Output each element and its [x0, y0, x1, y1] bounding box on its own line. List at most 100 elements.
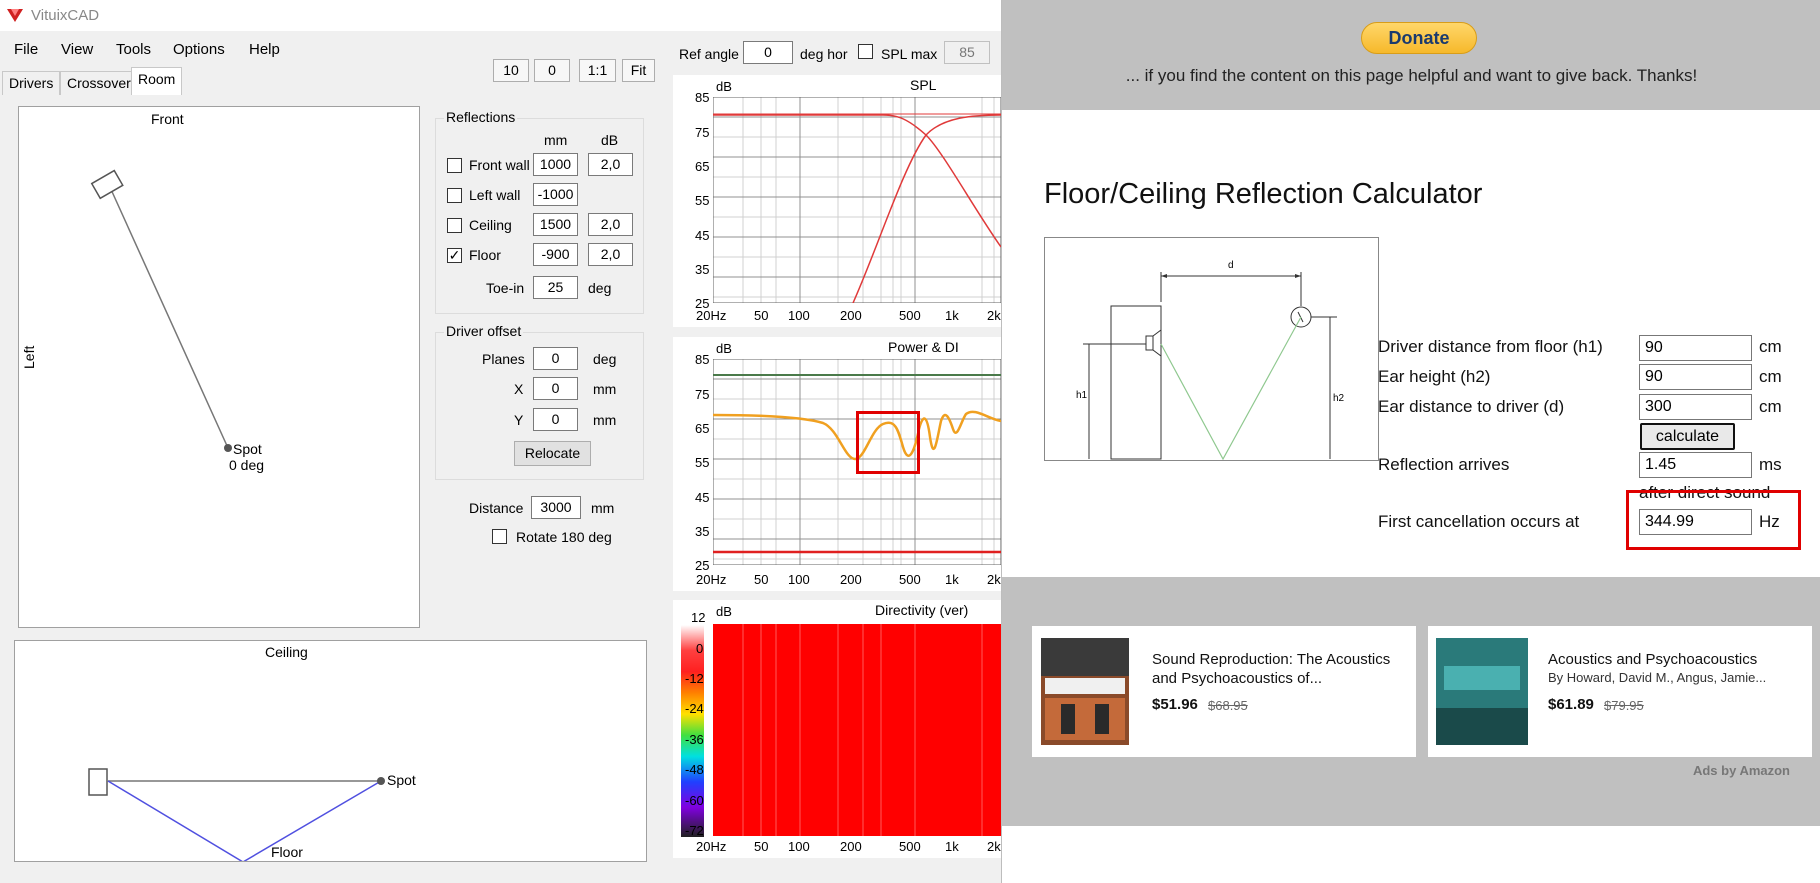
- distance-input[interactable]: 3000: [531, 496, 581, 519]
- menu-file[interactable]: File: [14, 41, 38, 58]
- tab-room[interactable]: Room: [131, 67, 183, 95]
- diagram-h2-label: h2: [1333, 393, 1345, 404]
- ad-1-title[interactable]: Sound Reproduction: The Acoustics and Ps…: [1152, 650, 1407, 688]
- fit-button[interactable]: Fit: [622, 59, 655, 82]
- power-ytick: 55: [695, 455, 710, 470]
- highlight-dip-box: [856, 411, 920, 474]
- tab-drivers[interactable]: Drivers: [2, 71, 61, 95]
- ad-1-old-price: $68.95: [1208, 698, 1248, 713]
- menu-tools[interactable]: Tools: [116, 41, 151, 58]
- toe-in-unit: deg: [588, 280, 612, 296]
- directivity-graph[interactable]: dB Directivity (ver) 12 0 -12 -24 -36 -4…: [673, 600, 1001, 858]
- ceiling-mm-input[interactable]: 1500: [533, 213, 578, 236]
- diagram-d-label: d: [1228, 260, 1234, 271]
- directivity-xtick: 50: [754, 839, 769, 854]
- donate-button[interactable]: Donate: [1361, 22, 1477, 54]
- spl-max-checkbox[interactable]: [858, 44, 873, 59]
- distance-unit: mm: [591, 500, 615, 516]
- menu-help[interactable]: Help: [249, 41, 280, 58]
- cancellation-label: First cancellation occurs at: [1378, 512, 1580, 531]
- floor-checkbox[interactable]: ✓: [447, 248, 462, 263]
- spl-unit-label: dB: [716, 79, 732, 94]
- left-wall-checkbox[interactable]: [447, 188, 462, 203]
- reflection-diagram: d h1 h2: [1044, 237, 1379, 461]
- ad-card-2[interactable]: Acoustics and Psychoacoustics By Howard,…: [1428, 626, 1812, 757]
- power-xtick: 200: [840, 572, 862, 587]
- reflections-db-header: dB: [601, 132, 619, 148]
- directivity-ytick: -72: [685, 823, 704, 838]
- directivity-ytick: 0: [696, 641, 704, 656]
- directivity-title: Directivity (ver): [875, 602, 969, 618]
- floor-label: Floor: [271, 844, 303, 860]
- floor-db-input[interactable]: 2,0: [588, 243, 633, 266]
- ceiling-checkbox[interactable]: [447, 218, 462, 233]
- toe-in-input[interactable]: 25: [533, 276, 578, 299]
- menu-options[interactable]: Options: [173, 41, 225, 58]
- ad-card-1[interactable]: Sound Reproduction: The Acoustics and Ps…: [1032, 626, 1416, 757]
- planes-label: Planes: [482, 351, 525, 367]
- power-di-graph[interactable]: dB Power & DI 85 75 65 55 45 35 25 20Hz …: [673, 337, 1001, 591]
- ceiling-label: Ceiling: [469, 217, 512, 233]
- directivity-ytick: -60: [685, 793, 704, 808]
- vituixcad-window: VituixCAD File View Tools Options Help 1…: [0, 0, 1001, 883]
- directivity-ytick: -24: [685, 701, 704, 716]
- spl-xtick: 1k: [945, 308, 959, 323]
- power-ytick: 65: [695, 421, 710, 436]
- ceiling-view-panel[interactable]: Ceiling Spot Floor: [14, 640, 647, 862]
- power-xtick: 100: [788, 572, 810, 587]
- donate-banner: Donate ... if you find the content on th…: [1002, 0, 1820, 110]
- front-wall-checkbox[interactable]: [447, 158, 462, 173]
- calculate-button[interactable]: calculate: [1640, 423, 1735, 450]
- power-ytick: 35: [695, 524, 710, 539]
- tab-crossover[interactable]: Crossover: [60, 71, 138, 95]
- arrives-output[interactable]: 1.45: [1639, 452, 1752, 478]
- front-view-panel[interactable]: Front Left Spot 0 deg: [18, 106, 420, 628]
- donate-message: ... if you find the content on this page…: [1125, 66, 1698, 85]
- directivity-xtick: 100: [788, 839, 810, 854]
- spl-graph[interactable]: dB SPL 85 75 65 55 45 35 25 20Hz 50 100 …: [673, 75, 1001, 327]
- power-ytick: 45: [695, 490, 710, 505]
- planes-input[interactable]: 0: [533, 347, 578, 370]
- spl-xtick: 500: [899, 308, 921, 323]
- ad-2-title[interactable]: Acoustics and Psychoacoustics: [1548, 650, 1803, 669]
- d-label: Ear distance to driver (d): [1378, 397, 1565, 416]
- power-xtick: 1k: [945, 572, 959, 587]
- diagram-h1-label: h1: [1076, 390, 1088, 401]
- one-to-one-button[interactable]: 1:1: [579, 59, 616, 82]
- front-wall-label: Front wall: [469, 157, 530, 173]
- h2-input[interactable]: 90: [1639, 364, 1752, 390]
- menu-view[interactable]: View: [61, 41, 93, 58]
- power-unit-label: dB: [716, 341, 732, 356]
- rotate-180-checkbox[interactable]: [492, 529, 507, 544]
- ref-angle-input[interactable]: 0: [743, 41, 793, 64]
- directivity-plot: [713, 624, 1001, 836]
- ad-2-price: $61.89: [1548, 696, 1594, 713]
- ceiling-db-input[interactable]: 2,0: [588, 213, 633, 236]
- spl-ytick: 65: [695, 159, 710, 174]
- relocate-button[interactable]: Relocate: [514, 441, 591, 466]
- zoom-0-button[interactable]: 0: [534, 59, 570, 82]
- directivity-unit-label: dB: [716, 604, 732, 619]
- ad-2-byline: By Howard, David M., Angus, Jamie...: [1548, 670, 1767, 685]
- d-unit: cm: [1759, 397, 1782, 416]
- power-xtick: 2k: [987, 572, 1001, 587]
- amazon-ads: Sound Reproduction: The Acoustics and Ps…: [1002, 577, 1820, 826]
- spl-xtick: 50: [754, 308, 769, 323]
- d-input[interactable]: 300: [1639, 394, 1752, 420]
- x-input[interactable]: 0: [533, 377, 578, 400]
- floor-mm-input[interactable]: -900: [533, 243, 578, 266]
- spl-plot: [713, 97, 1001, 303]
- spl-xtick: 2k: [987, 308, 1001, 323]
- zoom-10-button[interactable]: 10: [493, 59, 529, 82]
- directivity-ytick: -48: [685, 762, 704, 777]
- front-wall-mm-input[interactable]: 1000: [533, 153, 578, 176]
- h1-input[interactable]: 90: [1639, 335, 1752, 361]
- y-input[interactable]: 0: [533, 408, 578, 431]
- y-label: Y: [514, 412, 524, 428]
- ads-by-amazon-label[interactable]: Ads by Amazon: [1693, 763, 1790, 778]
- arrives-label: Reflection arrives: [1378, 455, 1510, 474]
- spl-max-input[interactable]: 85: [944, 41, 990, 64]
- left-wall-mm-input[interactable]: -1000: [533, 183, 578, 206]
- highlight-result-box: [1626, 490, 1801, 550]
- front-wall-db-input[interactable]: 2,0: [588, 153, 633, 176]
